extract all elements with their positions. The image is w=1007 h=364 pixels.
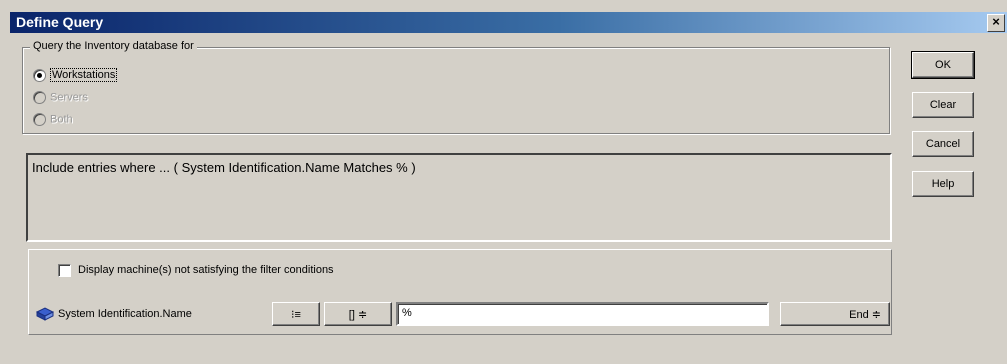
condition-field-label: System Identification.Name [58,308,192,320]
close-icon[interactable]: × [987,14,1005,32]
ok-button[interactable]: OK [911,51,975,79]
parenthesis-label: [] [348,309,355,321]
query-group [22,47,890,134]
display-unsatisfied-label: Display machine(s) not satisfying the fi… [78,264,334,276]
display-unsatisfied-checkbox[interactable] [58,264,71,277]
radio-workstations-label: Workstations [50,68,118,83]
query-group-legend: Query the Inventory database for [30,40,197,52]
radio-both: Both [33,113,73,126]
attribute-select-button[interactable]: ⁝≡ [272,302,320,326]
filter-expression-text: Include entries where ... ( System Ident… [32,160,416,175]
filter-expression-area[interactable]: Include entries where ... ( System Ident… [26,153,892,242]
field-icon [35,307,55,321]
end-label: End [849,309,869,321]
radio-button-icon[interactable] [33,69,46,82]
clear-button[interactable]: Clear [912,92,974,118]
radio-button-icon [33,113,46,126]
parenthesis-dropdown[interactable]: [] ≑ [324,302,392,326]
list-icon: ⁝≡ [291,309,301,321]
radio-servers: Servers [33,91,88,104]
radio-servers-label: Servers [50,91,88,104]
updown-arrow-icon: ≑ [357,309,368,321]
radio-workstations[interactable]: Workstations [33,68,118,83]
condition-value-input[interactable]: % [396,302,769,326]
title-bar: Define Query × [10,12,1007,33]
radio-both-label: Both [50,113,73,126]
radio-button-icon [33,91,46,104]
cancel-button[interactable]: Cancel [912,131,974,157]
updown-arrow-icon: ≑ [871,309,881,321]
help-button[interactable]: Help [912,171,974,197]
end-dropdown[interactable]: End ≑ [780,302,890,326]
window-title: Define Query [16,14,104,30]
